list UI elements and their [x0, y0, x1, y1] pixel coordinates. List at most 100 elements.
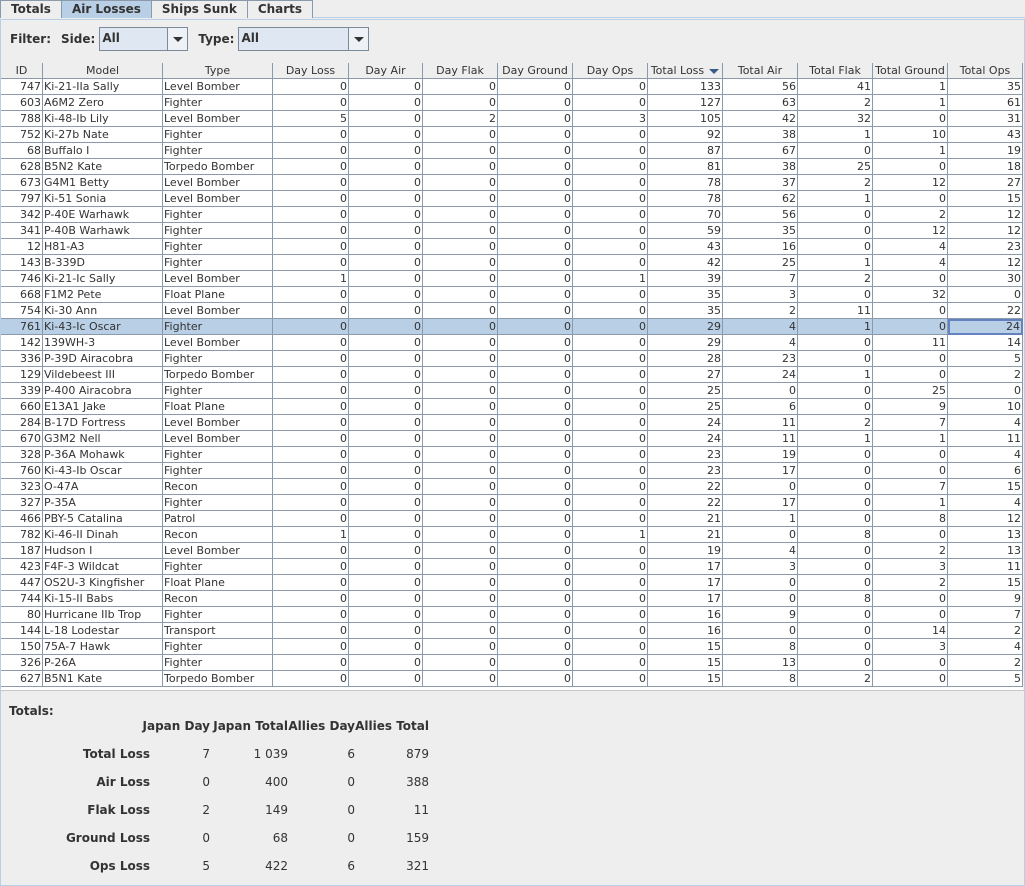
cell-day-ops[interactable]: 0: [573, 415, 648, 431]
cell-day-flak[interactable]: 0: [423, 415, 498, 431]
cell-day-ops[interactable]: 0: [573, 127, 648, 143]
cell-id[interactable]: 744: [1, 591, 43, 607]
cell-day-ground[interactable]: 0: [498, 639, 573, 655]
cell-type[interactable]: Fighter: [163, 127, 273, 143]
cell-id[interactable]: 603: [1, 95, 43, 111]
cell-day-flak[interactable]: 0: [423, 591, 498, 607]
cell-day-air[interactable]: 0: [349, 655, 423, 671]
cell-model[interactable]: Ki-27b Nate: [43, 127, 163, 143]
cell-total-ops[interactable]: 12: [948, 223, 1023, 239]
table-row[interactable]: 142 139WH-3 Level Bomber 0 0 0 0 0 29 4 0 11 14: [1, 335, 1023, 351]
cell-day-air[interactable]: 0: [349, 623, 423, 639]
cell-id[interactable]: 68: [1, 143, 43, 159]
table-row[interactable]: 466 PBY-5 Catalina Patrol 0 0 0 0 0 21 1 0 8 12: [1, 511, 1023, 527]
cell-id[interactable]: 323: [1, 479, 43, 495]
cell-total-loss[interactable]: 24: [648, 431, 723, 447]
cell-model[interactable]: Ki-30 Ann: [43, 303, 163, 319]
cell-total-ops[interactable]: 14: [948, 335, 1023, 351]
cell-day-ground[interactable]: 0: [498, 671, 573, 687]
cell-day-loss[interactable]: 0: [273, 415, 349, 431]
cell-day-ops[interactable]: 0: [573, 303, 648, 319]
cell-total-air[interactable]: 8: [723, 639, 798, 655]
cell-model[interactable]: P-400 Airacobra: [43, 383, 163, 399]
table-row[interactable]: 627 B5N1 Kate Torpedo Bomber 0 0 0 0 0 15 8 2 0 5: [1, 671, 1023, 687]
cell-type[interactable]: Level Bomber: [163, 335, 273, 351]
cell-total-flak[interactable]: 1: [798, 255, 873, 271]
cell-total-flak[interactable]: 0: [798, 575, 873, 591]
cell-model[interactable]: Ki-48-Ib Lily: [43, 111, 163, 127]
cell-total-loss[interactable]: 43: [648, 239, 723, 255]
column-header-day-ops[interactable]: Day Ops: [573, 63, 648, 79]
cell-total-ground[interactable]: 3: [873, 559, 948, 575]
table-row[interactable]: 628 B5N2 Kate Torpedo Bomber 0 0 0 0 0 81 38 25 0 18: [1, 159, 1023, 175]
cell-id[interactable]: 670: [1, 431, 43, 447]
cell-model[interactable]: B-17D Fortress: [43, 415, 163, 431]
cell-id[interactable]: 342: [1, 207, 43, 223]
cell-day-loss[interactable]: 0: [273, 319, 349, 335]
cell-total-flak[interactable]: 1: [798, 127, 873, 143]
cell-day-flak[interactable]: 0: [423, 143, 498, 159]
cell-total-air[interactable]: 35: [723, 223, 798, 239]
cell-total-ground[interactable]: 7: [873, 479, 948, 495]
table-row[interactable]: 660 E13A1 Jake Float Plane 0 0 0 0 0 25 6 0 9 10: [1, 399, 1023, 415]
cell-day-ground[interactable]: 0: [498, 591, 573, 607]
cell-day-flak[interactable]: 0: [423, 447, 498, 463]
cell-day-air[interactable]: 0: [349, 607, 423, 623]
cell-total-flak[interactable]: 0: [798, 559, 873, 575]
cell-total-air[interactable]: 4: [723, 319, 798, 335]
cell-total-ground[interactable]: 0: [873, 319, 948, 335]
cell-day-loss[interactable]: 0: [273, 367, 349, 383]
cell-total-ground[interactable]: 2: [873, 543, 948, 559]
cell-day-ops[interactable]: 0: [573, 351, 648, 367]
cell-total-air[interactable]: 3: [723, 559, 798, 575]
cell-model[interactable]: G3M2 Nell: [43, 431, 163, 447]
cell-total-ground[interactable]: 0: [873, 447, 948, 463]
cell-day-ground[interactable]: 0: [498, 351, 573, 367]
cell-model[interactable]: P-39D Airacobra: [43, 351, 163, 367]
cell-total-ops[interactable]: 9: [948, 591, 1023, 607]
cell-day-ground[interactable]: 0: [498, 319, 573, 335]
cell-total-flak[interactable]: 0: [798, 479, 873, 495]
cell-day-ops[interactable]: 0: [573, 399, 648, 415]
cell-day-flak[interactable]: 0: [423, 575, 498, 591]
table-row[interactable]: 326 P-26A Fighter 0 0 0 0 0 15 13 0 0 2: [1, 655, 1023, 671]
cell-day-air[interactable]: 0: [349, 639, 423, 655]
cell-day-loss[interactable]: 0: [273, 351, 349, 367]
cell-day-ground[interactable]: 0: [498, 111, 573, 127]
cell-total-ground[interactable]: 14: [873, 623, 948, 639]
cell-total-loss[interactable]: 17: [648, 575, 723, 591]
cell-total-ops[interactable]: 27: [948, 175, 1023, 191]
cell-model[interactable]: G4M1 Betty: [43, 175, 163, 191]
cell-total-flak[interactable]: 2: [798, 671, 873, 687]
cell-total-ground[interactable]: 7: [873, 415, 948, 431]
table-row[interactable]: 341 P-40B Warhawk Fighter 0 0 0 0 0 59 35 0 12 12: [1, 223, 1023, 239]
cell-total-ground[interactable]: 1: [873, 431, 948, 447]
cell-day-flak[interactable]: 0: [423, 639, 498, 655]
cell-day-ops[interactable]: 0: [573, 639, 648, 655]
cell-total-air[interactable]: 0: [723, 591, 798, 607]
cell-type[interactable]: Patrol: [163, 511, 273, 527]
cell-day-ops[interactable]: 1: [573, 527, 648, 543]
cell-total-air[interactable]: 0: [723, 527, 798, 543]
cell-day-ground[interactable]: 0: [498, 95, 573, 111]
cell-total-loss[interactable]: 15: [648, 655, 723, 671]
cell-total-flak[interactable]: 0: [798, 239, 873, 255]
cell-total-loss[interactable]: 35: [648, 303, 723, 319]
table-row[interactable]: 150 75A-7 Hawk Fighter 0 0 0 0 0 15 8 0 3 4: [1, 639, 1023, 655]
cell-day-ops[interactable]: 0: [573, 287, 648, 303]
cell-day-flak[interactable]: 0: [423, 655, 498, 671]
table-row[interactable]: 12 H81-A3 Fighter 0 0 0 0 0 43 16 0 4 23: [1, 239, 1023, 255]
cell-day-air[interactable]: 0: [349, 79, 423, 95]
cell-total-ground[interactable]: 0: [873, 191, 948, 207]
cell-day-ops[interactable]: 0: [573, 559, 648, 575]
cell-total-ground[interactable]: 0: [873, 527, 948, 543]
cell-total-ground[interactable]: 1: [873, 495, 948, 511]
cell-type[interactable]: Fighter: [163, 559, 273, 575]
column-header-total-loss[interactable]: Total Loss: [648, 63, 723, 79]
cell-total-flak[interactable]: 0: [798, 447, 873, 463]
cell-day-loss[interactable]: 0: [273, 623, 349, 639]
cell-total-ground[interactable]: 2: [873, 575, 948, 591]
air-losses-table[interactable]: ID Model Type Day Loss Day Air Day Flak Day Gr…: [1, 63, 1023, 691]
cell-total-flak[interactable]: 2: [798, 175, 873, 191]
cell-day-ops[interactable]: 0: [573, 591, 648, 607]
